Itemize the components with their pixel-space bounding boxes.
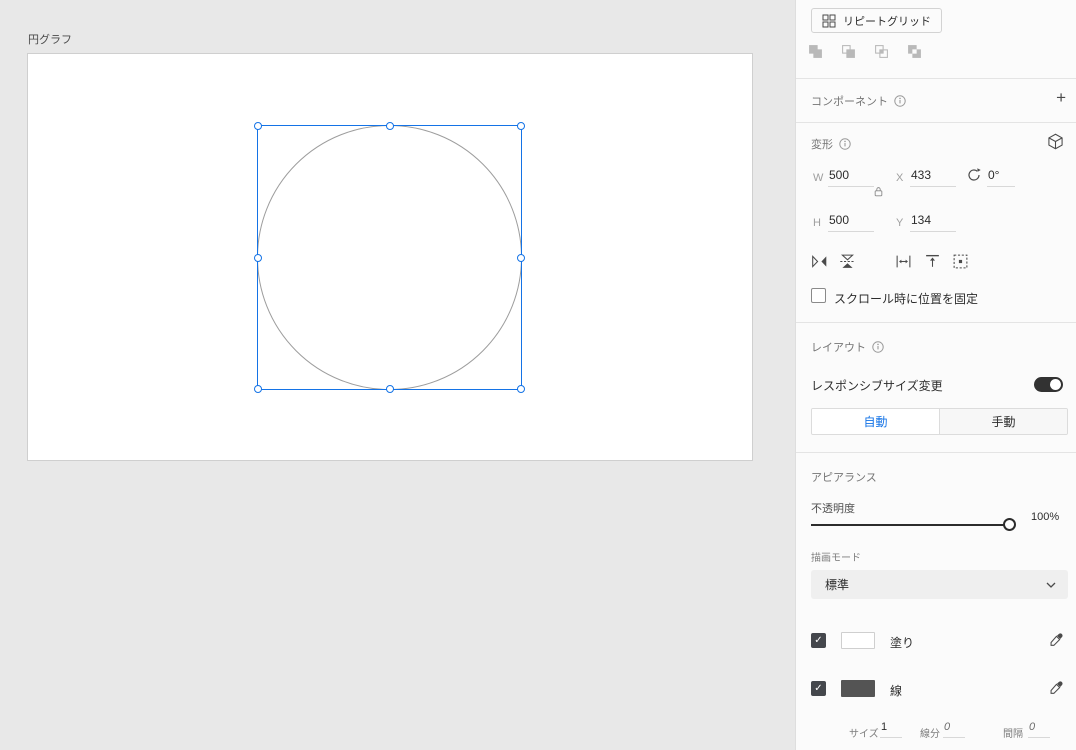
layout-header-label: レイアウト [811, 342, 866, 354]
divider [796, 78, 1076, 79]
divider [796, 452, 1076, 453]
info-icon[interactable] [894, 95, 906, 107]
resize-handle-bottom-right[interactable] [517, 385, 525, 393]
selection-bounding-box[interactable] [254, 122, 525, 393]
gap-label: 間隔 [1003, 729, 1023, 740]
layout-section-header: レイアウト [811, 339, 884, 355]
add-component-button[interactable]: + [1056, 88, 1066, 108]
info-icon[interactable] [872, 341, 884, 353]
resize-handle-bottom-left[interactable] [254, 385, 262, 393]
component-header-label: コンポーネント [811, 96, 888, 108]
x-input[interactable] [910, 168, 956, 187]
fill-checkbox[interactable]: ✓ [811, 633, 826, 648]
stroke-color-swatch[interactable] [841, 680, 875, 697]
boolean-intersect-icon[interactable] [874, 44, 889, 59]
3d-transform-cube-icon[interactable] [1047, 133, 1064, 150]
blend-mode-value: 標準 [825, 578, 850, 592]
y-label: Y [896, 217, 904, 229]
rotation-input[interactable] [987, 168, 1015, 187]
fill-color-swatch[interactable] [841, 632, 875, 649]
stroke-size-input[interactable] [880, 721, 902, 738]
distribute-horizontal-icon[interactable] [895, 253, 912, 270]
fix-position-checkbox[interactable] [811, 288, 826, 303]
stroke-checkbox[interactable]: ✓ [811, 681, 826, 696]
repeat-grid-button[interactable]: リピートグリッド [811, 8, 942, 33]
component-section-header: コンポーネント [811, 93, 906, 109]
transform-header-label: 変形 [811, 139, 833, 151]
artboard[interactable] [28, 54, 752, 460]
stroke-label: 線 [890, 684, 903, 698]
height-input[interactable] [828, 213, 874, 232]
resize-handle-middle-left[interactable] [254, 253, 262, 262]
boolean-add-icon[interactable] [808, 44, 823, 59]
width-input[interactable] [828, 168, 874, 187]
property-inspector-panel: リピートグリッド コンポーネント + 変形 W 500 X 433 0° H 5… [795, 0, 1076, 750]
stroke-size-label: サイズ [849, 729, 879, 740]
divider [796, 322, 1076, 323]
boolean-ops-row [808, 44, 922, 59]
opacity-slider-track[interactable] [811, 524, 1005, 526]
boolean-exclude-icon[interactable] [907, 44, 922, 59]
responsive-resize-toggle[interactable] [1034, 377, 1063, 392]
resize-mode-auto[interactable]: 自動 [812, 409, 939, 434]
resize-handle-top-right[interactable] [517, 122, 525, 130]
appearance-header-label: アピアランス [811, 472, 877, 484]
resize-mode-segmented-control: 自動 手動 [811, 408, 1068, 435]
flip-horizontal-icon[interactable] [811, 253, 828, 270]
opacity-value: 100% [1031, 511, 1060, 523]
blend-mode-label: 描画モード [811, 553, 861, 564]
xd-window: 円グラフ リピートグリッド コンポーネント + 変形 W 500 X 433 0… [0, 0, 1076, 750]
appearance-section-header: アピアランス [811, 469, 877, 485]
dash-input[interactable] [943, 721, 965, 738]
divider [796, 122, 1076, 123]
resize-handle-bottom-center[interactable] [385, 385, 394, 393]
transform-section-header: 変形 [811, 136, 851, 152]
resize-mode-manual[interactable]: 手動 [939, 409, 1067, 434]
rotation-icon[interactable] [966, 167, 982, 183]
blend-mode-dropdown[interactable]: 標準 [811, 570, 1068, 599]
opacity-slider-knob[interactable] [1003, 518, 1016, 531]
canvas-pasteboard[interactable]: 円グラフ [0, 0, 795, 750]
info-icon[interactable] [839, 138, 851, 150]
width-label: W [813, 172, 824, 184]
resize-handle-middle-right[interactable] [517, 253, 525, 262]
dash-label: 線分 [920, 729, 940, 740]
pixel-grid-align-icon[interactable] [952, 253, 969, 270]
responsive-resize-label: レスポンシブサイズ変更 [811, 379, 943, 393]
resize-handle-top-left[interactable] [254, 122, 262, 130]
fill-label: 塗り [890, 636, 915, 650]
repeat-grid-icon [822, 14, 836, 28]
lock-aspect-ratio-icon[interactable] [874, 186, 883, 197]
y-input[interactable] [910, 213, 956, 232]
opacity-label: 不透明度 [811, 503, 855, 515]
boolean-subtract-icon[interactable] [841, 44, 856, 59]
fill-eyedropper-icon[interactable] [1049, 632, 1064, 647]
artboard-title[interactable]: 円グラフ [28, 31, 72, 47]
x-label: X [896, 172, 904, 184]
stroke-eyedropper-icon[interactable] [1049, 680, 1064, 695]
fix-position-label: スクロール時に位置を固定 [834, 292, 979, 306]
height-label: H [813, 217, 821, 229]
resize-handle-top-center[interactable] [385, 122, 394, 130]
repeat-grid-label: リピートグリッド [843, 15, 931, 28]
gap-input[interactable] [1028, 721, 1050, 738]
chevron-down-icon [1046, 582, 1056, 588]
toggle-knob [1050, 379, 1061, 390]
flip-vertical-icon[interactable] [839, 253, 856, 270]
align-top-icon[interactable] [924, 253, 941, 270]
